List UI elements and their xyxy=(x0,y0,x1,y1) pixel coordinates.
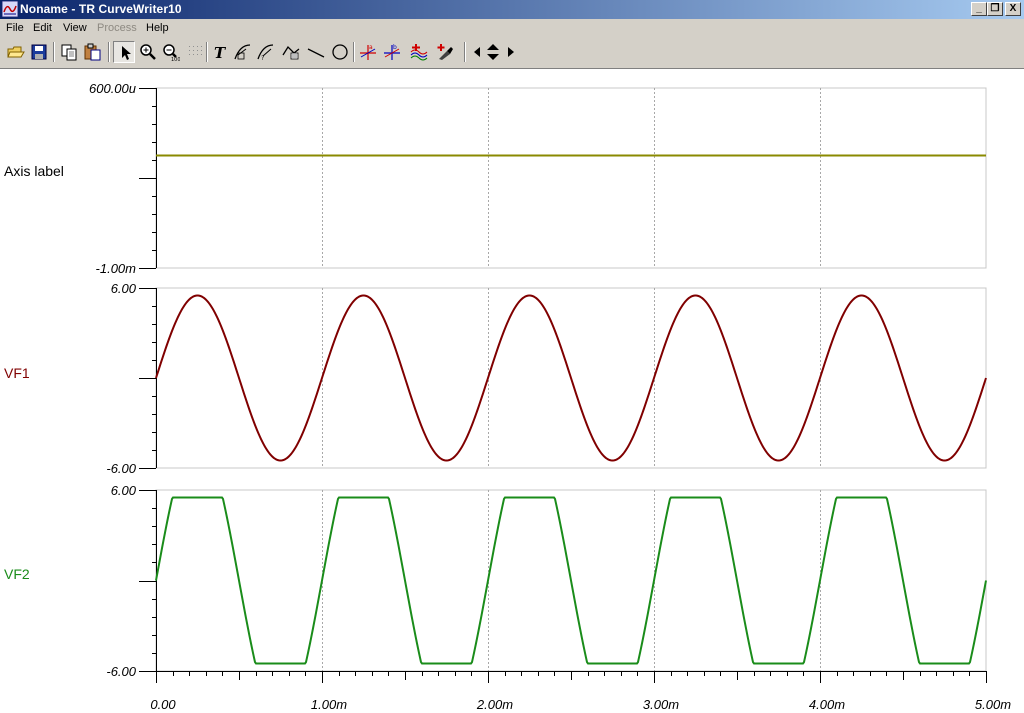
zoom-in-icon xyxy=(140,44,156,60)
save-button[interactable] xyxy=(28,41,50,63)
toolbar-separator xyxy=(353,42,355,62)
svg-text:b: b xyxy=(393,44,397,51)
minimize-button[interactable]: _ xyxy=(971,2,987,16)
svg-text:100: 100 xyxy=(171,57,180,61)
text-icon: T xyxy=(214,44,227,61)
open-button[interactable] xyxy=(5,41,27,63)
svg-text:T: T xyxy=(214,44,227,61)
menu-edit[interactable]: Edit xyxy=(33,22,52,34)
arrow-updown-icon xyxy=(487,44,499,60)
y-tick-label: -6.00 xyxy=(106,664,136,679)
curve-label-icon xyxy=(234,44,251,60)
add-curve-button[interactable] xyxy=(408,41,430,63)
curve-label-3-icon xyxy=(282,45,300,60)
cursor-b-icon: b xyxy=(384,44,400,60)
toolbar: 100 T ? a b xyxy=(0,38,1024,69)
toolbar-separator xyxy=(53,42,55,62)
title-bar: Noname - TR CurveWriter10 _ ❐ X xyxy=(0,0,1024,19)
x-tick-label: 3.00m xyxy=(643,697,679,712)
y-tick-label: -6.00 xyxy=(106,461,136,476)
x-tick-label: 2.00m xyxy=(476,697,513,712)
line-icon xyxy=(307,48,325,58)
menu-view[interactable]: View xyxy=(63,22,87,34)
copy-button[interactable] xyxy=(58,41,80,63)
add-curve-icon xyxy=(410,44,428,61)
app-icon[interactable] xyxy=(2,1,18,17)
x-tick-label: 5.00m xyxy=(975,697,1011,712)
paste-button[interactable] xyxy=(82,41,104,63)
y-tick-label: 6.00 xyxy=(111,483,137,498)
marker-button[interactable] xyxy=(434,41,456,63)
text-tool-button[interactable]: T xyxy=(209,41,231,63)
open-icon xyxy=(7,46,25,58)
diagram-canvas[interactable]: 600.00u -1.00m 6.00 -6.00 6.00 -6.00 0.00 1.00m… xyxy=(0,69,1024,713)
y-tick-label: 600.00u xyxy=(89,81,136,96)
scroll-updown-button[interactable] xyxy=(482,41,504,63)
copy-icon xyxy=(61,44,77,61)
toolbar-separator xyxy=(108,42,110,62)
zoom-in-button[interactable] xyxy=(137,41,159,63)
cursor-a-button[interactable]: a xyxy=(357,41,379,63)
pointer-icon xyxy=(122,46,131,60)
panel2-ylabel: VF1 xyxy=(4,365,30,381)
close-button[interactable]: X xyxy=(1005,2,1021,16)
y-tick-label: 6.00 xyxy=(111,281,137,296)
circle-tool-button[interactable] xyxy=(329,41,351,63)
y-tick-label: -1.00m xyxy=(96,261,137,276)
panel3-ylabel: VF2 xyxy=(4,566,30,582)
circle-icon xyxy=(332,44,348,60)
cursor-a-icon: a xyxy=(360,44,376,60)
scroll-right-button[interactable] xyxy=(503,41,517,63)
panel-frame xyxy=(155,87,987,269)
curve-label-2-button[interactable]: ? xyxy=(255,41,277,63)
arrow-right-icon xyxy=(508,47,514,57)
toolbar-separator xyxy=(464,42,466,62)
menu-process[interactable]: Process xyxy=(97,22,137,34)
menu-file[interactable]: File xyxy=(6,22,24,34)
save-icon xyxy=(31,44,47,60)
x-tick-label: 1.00m xyxy=(311,697,347,712)
x-tick-label: 4.00m xyxy=(809,697,845,712)
grid-button[interactable] xyxy=(184,41,206,63)
grid-icon xyxy=(189,46,202,55)
zoom-out-icon: 100 xyxy=(163,44,180,61)
window-title: Noname - TR CurveWriter10 xyxy=(20,2,182,16)
plot-area[interactable]: 600.00u -1.00m 6.00 -6.00 6.00 -6.00 0.00 1.00m… xyxy=(0,69,1024,713)
svg-text:a: a xyxy=(369,44,373,51)
marker-icon xyxy=(437,44,453,60)
zoom-out-button[interactable]: 100 xyxy=(160,41,182,63)
restore-button[interactable]: ❐ xyxy=(987,2,1003,16)
scroll-left-button[interactable] xyxy=(469,41,483,63)
x-tick-label: 0.00 xyxy=(150,697,176,712)
paste-icon xyxy=(84,43,101,61)
toolbar-separator xyxy=(206,42,208,62)
menu-bar: File Edit View Process Help xyxy=(0,19,1024,38)
curve-label-button[interactable] xyxy=(232,41,254,63)
menu-help[interactable]: Help xyxy=(146,22,169,34)
curve-label-2-icon: ? xyxy=(257,44,274,61)
line-tool-button[interactable] xyxy=(305,41,327,63)
cursor-b-button[interactable]: b xyxy=(381,41,403,63)
panel1-ylabel: Axis label xyxy=(4,163,64,179)
pointer-button[interactable] xyxy=(113,41,135,63)
curve-label-3-button[interactable] xyxy=(280,41,302,63)
svg-text:?: ? xyxy=(261,55,264,61)
